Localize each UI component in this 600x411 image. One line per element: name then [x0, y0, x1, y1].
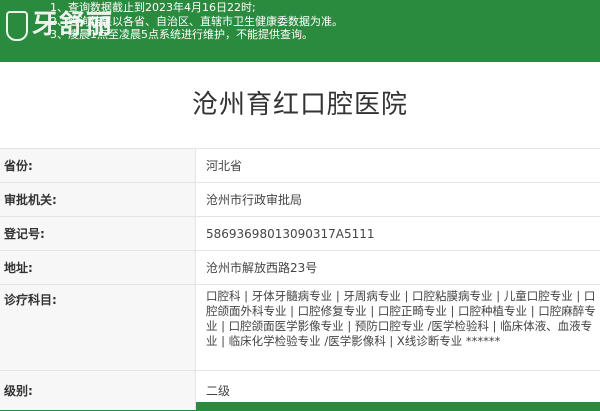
notice-list: 1、查询数据截止到2023年4月16日22时; 2、查询结果以各省、自治区、直辖…	[50, 1, 343, 42]
notice-banner: 牙舒丽 1、查询数据截止到2023年4月16日22时; 2、查询结果以各省、自治…	[0, 0, 600, 52]
address-value: 沧州市解放西路23号	[206, 261, 318, 275]
row-departments: 诊疗科目: 口腔科 | 牙体牙髓病专业 | 牙周病专业 | 口腔粘膜病专业 | …	[0, 284, 600, 370]
row-address: 地址: 沧州市解放西路23号	[0, 250, 600, 284]
tooth-icon	[6, 11, 28, 41]
detail-table: 省份: 河北省 审批机关: 沧州市行政审批局 登记号: 586936980130…	[0, 148, 600, 410]
hospital-detail-card: 沧州育红口腔医院 省份: 河北省 审批机关: 沧州市行政审批局 登记号: 586…	[0, 62, 600, 410]
row-authority: 审批机关: 沧州市行政审批局	[0, 182, 600, 216]
row-registration: 登记号: 58693698013090317A5111	[0, 216, 600, 250]
departments-label: 诊疗科目:	[0, 285, 196, 370]
row-level: 级别: 二级	[0, 370, 600, 410]
level-label: 级别:	[0, 371, 196, 410]
departments-value: 口腔科 | 牙体牙髓病专业 | 牙周病专业 | 口腔粘膜病专业 | 儿童口腔专业…	[206, 289, 596, 348]
page-title: 沧州育红口腔医院	[191, 90, 408, 120]
province-value: 河北省	[206, 159, 243, 173]
notice-line: 3、凌晨1点至凌晨5点系统进行维护，不能提供查询。	[50, 28, 313, 41]
notice-line: 1、查询数据截止到2023年4月16日22时;	[50, 1, 256, 14]
registration-value: 58693698013090317A5111	[206, 227, 375, 241]
authority-value: 沧州市行政审批局	[206, 193, 303, 207]
province-label: 省份:	[0, 149, 196, 182]
row-province: 省份: 河北省	[0, 148, 600, 182]
authority-label: 审批机关:	[0, 183, 196, 216]
registration-label: 登记号:	[0, 217, 196, 250]
notice-line: 2、查询结果以各省、自治区、直辖市卫生健康委数据为准。	[50, 14, 343, 28]
level-value: 二级	[206, 384, 231, 398]
address-label: 地址:	[0, 251, 196, 284]
